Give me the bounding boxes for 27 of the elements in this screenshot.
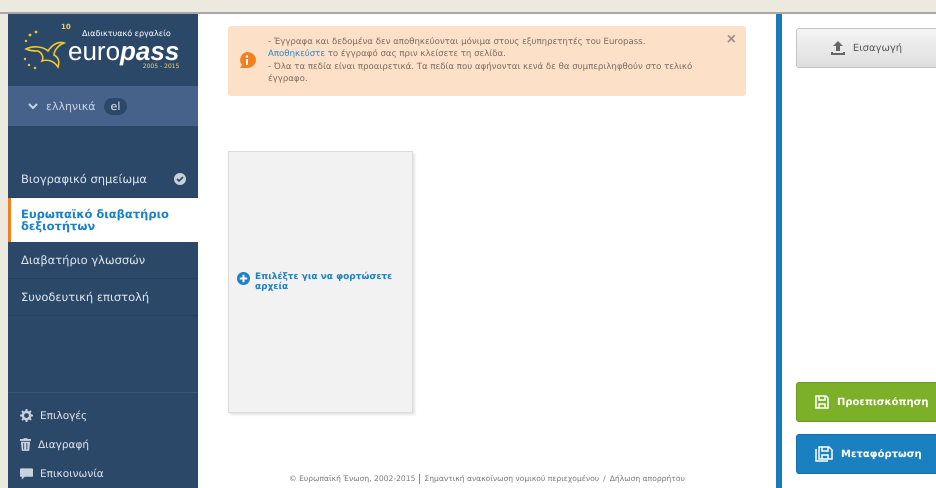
sidebar-item-label: Συνοδευτική επιστολή bbox=[21, 291, 150, 304]
download-button[interactable]: Μεταφόρτωση bbox=[796, 434, 936, 474]
info-bubble-icon bbox=[238, 52, 256, 70]
upload-files-link[interactable]: Επιλέξτε για να φορτώσετε αρχεία bbox=[237, 272, 412, 292]
upload-icon bbox=[830, 41, 845, 55]
sidebar-tool[interactable]: Επιλογές bbox=[8, 401, 198, 430]
language-code: el bbox=[104, 98, 128, 114]
sidebar-item[interactable]: Ευρωπαϊκό διαβατήριο δεξιοτήτων bbox=[8, 198, 198, 242]
import-button[interactable]: Εισαγωγή bbox=[796, 28, 936, 68]
sidebar-item-label: Διαβατήριο γλωσσών bbox=[21, 254, 146, 266]
sidebar-tool-label: Επικοινωνία bbox=[40, 468, 104, 480]
language-selector[interactable]: ελληνικά el bbox=[8, 86, 198, 126]
logo-tagline: Διαδικτυακό εργαλείο bbox=[82, 30, 172, 38]
europass-logo-wordmark: europass bbox=[68, 38, 180, 64]
sidebar-item-label: Ευρωπαϊκό διαβατήριο δεξιοτήτων bbox=[21, 208, 170, 232]
sidebar-tool[interactable]: Επικοινωνία bbox=[8, 459, 198, 488]
floppy-disks-icon bbox=[815, 446, 833, 462]
sidebar-tool-label: Επιλογές bbox=[40, 410, 88, 422]
plus-circle-icon bbox=[237, 272, 250, 285]
notice-text: - Έγγραφα και δεδομένα δεν αποθηκεύονται μόνιμα στους εξυπηρετητές του Europass. Αποθηκεύστε το έγγραφό σας πριν κλείσετε τη σελίδα. - Όλα τα πεδία είναι προαιρετικά. Τα πεδία που αφήνονται κενά δε θα συμπεριληφθούν στο τελικό έγγραφο. bbox=[268, 36, 694, 86]
gear-icon bbox=[20, 409, 33, 422]
sidebar-item-label: Βιογραφικό σημείωμα bbox=[21, 173, 147, 186]
speech-bubble-icon bbox=[20, 468, 33, 480]
sidebar-tool-label: Διαγραφή bbox=[38, 438, 90, 450]
language-name: ελληνικά bbox=[46, 100, 96, 112]
sidebar-tool[interactable]: Διαγραφή bbox=[8, 430, 198, 459]
trash-icon bbox=[20, 438, 31, 451]
